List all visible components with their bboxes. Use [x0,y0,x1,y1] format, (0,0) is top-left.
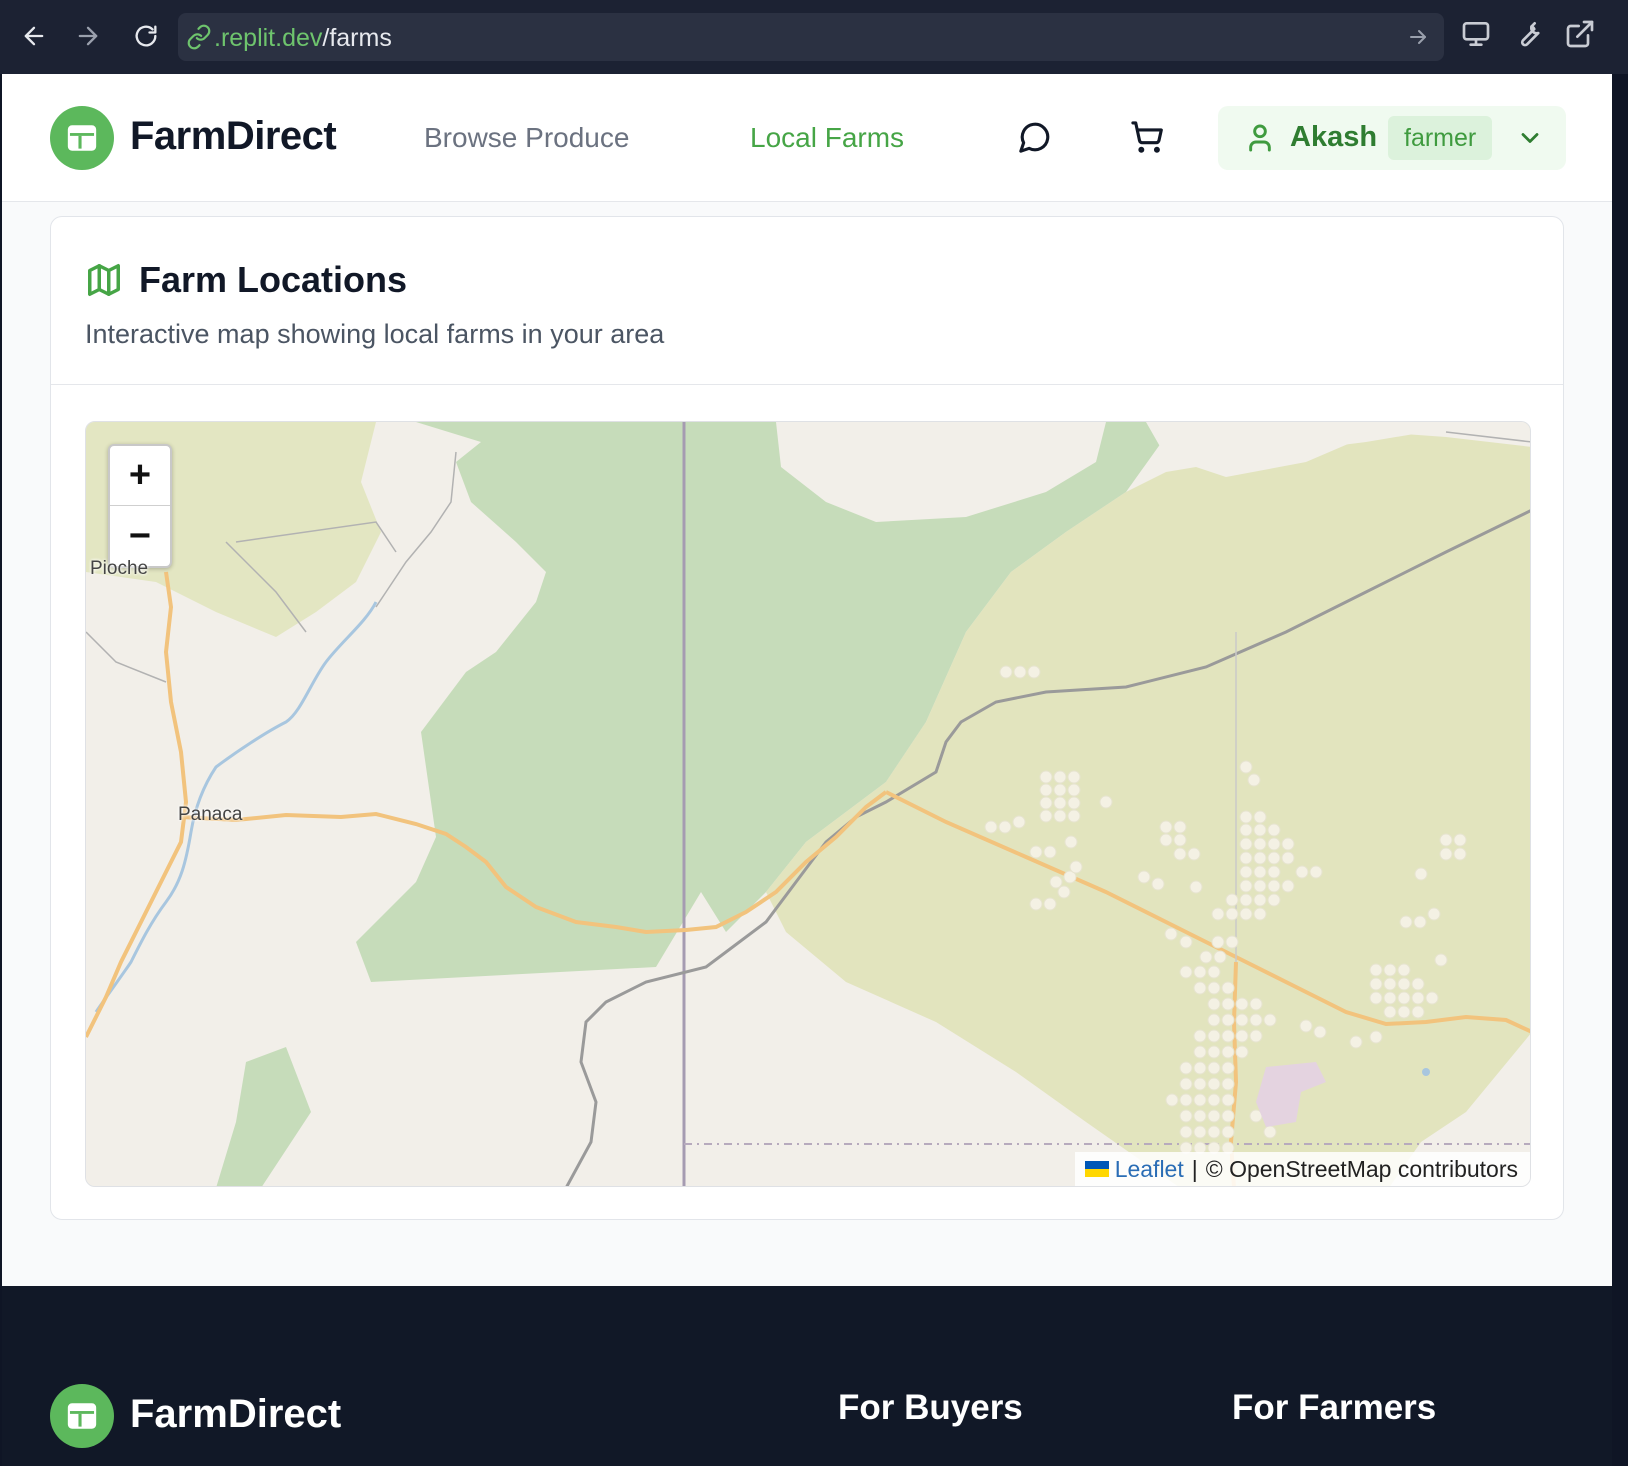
site-footer: FarmDirect For Buyers For Farmers [2,1286,1612,1466]
nav-browse-produce[interactable]: Browse Produce [424,122,629,154]
cart-icon[interactable] [1130,120,1166,156]
farm-map[interactable]: + − Pioche Panaca Leaflet | © OpenStreet… [85,421,1531,1187]
back-arrow-icon[interactable] [14,16,54,56]
map-attribution: Leaflet | © OpenStreetMap contributors [1074,1152,1530,1186]
user-menu-button[interactable]: Akash farmer [1218,106,1566,170]
user-role-badge: farmer [1388,116,1493,160]
card-header: Farm Locations Interactive map showing l… [51,217,1563,385]
brand-name[interactable]: FarmDirect [130,114,337,159]
zoom-out-button[interactable]: − [110,506,170,566]
url-domain: .replit.dev [214,24,323,52]
leaflet-link[interactable]: Leaflet [1115,1156,1184,1183]
place-label-panaca: Panaca [178,804,243,825]
map-icon [85,261,123,299]
monitor-icon[interactable] [1460,18,1496,54]
card-title: Farm Locations [139,259,408,300]
footer-brand: FarmDirect [130,1392,342,1436]
forward-arrow-icon[interactable] [68,16,108,56]
go-arrow-icon[interactable] [1406,25,1430,49]
link-icon [186,24,212,50]
nav-local-farms[interactable]: Local Farms [750,122,904,154]
map-tiles[interactable] [86,422,1531,1187]
address-bar[interactable]: .replit.dev/farms [178,13,1444,61]
url-text: .replit.dev/farms [214,24,392,53]
reload-icon[interactable] [126,16,166,56]
footer-logo-icon [50,1384,114,1448]
wrench-icon[interactable] [1512,18,1548,54]
site-header: FarmDirect Browse Produce Local Farms Ak… [2,74,1612,202]
brand-logo-icon[interactable] [50,106,114,170]
page: FarmDirect Browse Produce Local Farms Ak… [2,74,1612,1286]
url-path: /farms [322,24,392,52]
chevron-down-icon [1516,124,1544,152]
zoom-control: + − [108,444,172,568]
zoom-in-button[interactable]: + [110,446,170,506]
chat-icon[interactable] [1018,120,1054,156]
external-link-icon[interactable] [1564,18,1600,54]
footer-heading-farmers: For Farmers [1232,1388,1437,1427]
user-icon [1244,122,1276,154]
card-subtitle: Interactive map showing local farms in y… [85,319,665,349]
osm-attribution: © OpenStreetMap contributors [1205,1155,1518,1182]
browser-toolbar: .replit.dev/farms [0,0,1628,74]
farm-locations-card: Farm Locations Interactive map showing l… [50,216,1564,1220]
ukraine-flag-icon [1084,1161,1109,1177]
user-name: Akash [1290,121,1378,153]
footer-heading-buyers: For Buyers [838,1388,1023,1427]
attribution-separator: | [1191,1155,1198,1182]
place-label-pioche: Pioche [90,558,149,579]
